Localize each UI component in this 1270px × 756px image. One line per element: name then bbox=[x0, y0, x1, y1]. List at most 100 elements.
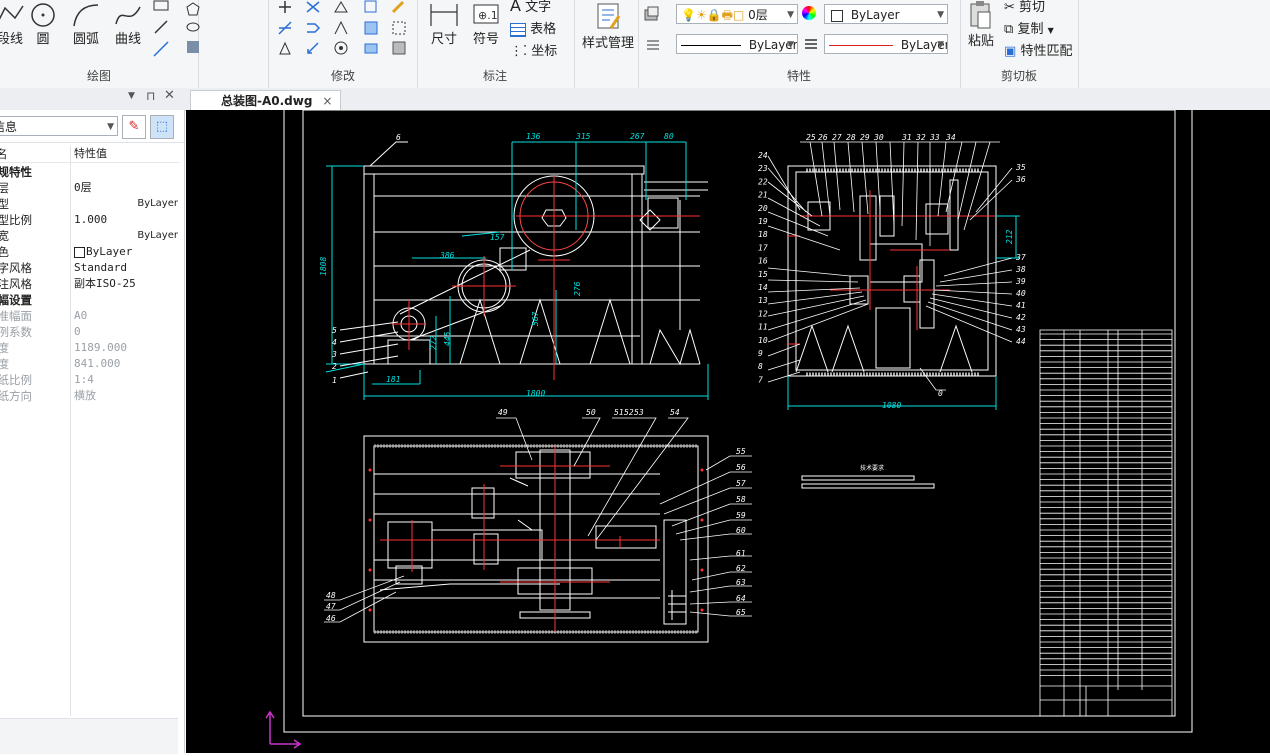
line-icon[interactable] bbox=[152, 18, 170, 36]
property-name: 比例系数 bbox=[0, 325, 32, 339]
paste-icon bbox=[970, 1, 991, 29]
stretch-icon[interactable] bbox=[305, 20, 321, 36]
cut-button[interactable]: ✂ 剪切 bbox=[1004, 0, 1045, 15]
lineweight-icon[interactable] bbox=[804, 38, 818, 50]
chevron-down-icon: ▼ bbox=[787, 40, 794, 50]
color-wheel-icon[interactable] bbox=[802, 6, 816, 20]
erase-icon[interactable] bbox=[363, 40, 379, 56]
property-row[interactable]: 标注风格 副本ISO-25 bbox=[0, 276, 180, 292]
text-button[interactable]: A 文字 bbox=[510, 0, 551, 15]
trim-icon[interactable] bbox=[277, 20, 293, 36]
circle-button[interactable]: 圆 bbox=[28, 2, 58, 47]
modify-panel-label: 修改 bbox=[330, 69, 355, 83]
rotate-icon[interactable] bbox=[305, 40, 321, 56]
layer-manager-icon[interactable] bbox=[644, 6, 660, 22]
linetype-dropdown[interactable]: ByLayer ▼ bbox=[676, 34, 798, 54]
polygon-icon[interactable] bbox=[186, 2, 200, 16]
hatch-icon[interactable] bbox=[186, 40, 200, 54]
property-row[interactable]: 比例系数 0 bbox=[0, 324, 180, 340]
part-number-label: 31 bbox=[901, 133, 912, 142]
property-row[interactable]: 文字风格 Standard bbox=[0, 260, 180, 276]
property-row[interactable]: 线型比例 1.000 bbox=[0, 212, 180, 228]
arc-button[interactable]: 圆弧 bbox=[68, 2, 104, 47]
property-value: 1.000 bbox=[74, 213, 108, 226]
rectangle-icon[interactable] bbox=[152, 0, 170, 12]
property-name: 线宽 bbox=[0, 229, 9, 243]
part-number-label: 23 bbox=[758, 164, 768, 173]
copy-button[interactable]: ⧉ 复制 ▼ bbox=[1004, 18, 1054, 37]
offset-icon[interactable] bbox=[333, 40, 349, 56]
copy-icon: ⧉ bbox=[1004, 22, 1014, 37]
fillet-icon[interactable] bbox=[305, 0, 321, 14]
bulb-icon: 💡☀🔒🖶□ bbox=[681, 8, 745, 22]
match-properties-button[interactable]: ▣ 特性匹配 bbox=[1004, 40, 1072, 59]
property-category: 图幅设置 bbox=[0, 292, 180, 308]
chevron-down-icon: ▼ bbox=[1047, 26, 1054, 35]
pencil-icon[interactable] bbox=[391, 0, 407, 14]
scale-icon[interactable] bbox=[333, 0, 349, 14]
panel-menu-icon[interactable]: ▼ bbox=[128, 91, 135, 101]
drawing-canvas[interactable]: 136 315 267 80 1808 386 157 567 276 272 445 … bbox=[186, 109, 1270, 753]
property-name: 高度 bbox=[0, 357, 9, 371]
part-number-label: 16 bbox=[758, 257, 768, 266]
symbol-button[interactable]: ⊕.1 符号 bbox=[468, 2, 504, 47]
select-objects-icon[interactable]: ⬚ bbox=[150, 115, 174, 139]
xline-icon[interactable] bbox=[152, 40, 170, 58]
property-row[interactable]: 标准幅面 A0 bbox=[0, 308, 180, 324]
svg-text:276: 276 bbox=[573, 281, 582, 296]
dimension-button[interactable]: 尺寸 bbox=[424, 2, 464, 47]
part-number-label: 33 bbox=[929, 133, 940, 142]
tab-close-icon[interactable]: × bbox=[322, 91, 332, 111]
property-row[interactable]: 高度 841.000 bbox=[0, 356, 180, 372]
part-number-label: 41 bbox=[1016, 301, 1026, 310]
selection-dropdown[interactable]: 信息 ▼ bbox=[0, 116, 118, 136]
mirror-icon[interactable] bbox=[277, 40, 293, 56]
quick-select-icon[interactable]: ✎ bbox=[122, 115, 146, 139]
text-label: 文字 bbox=[525, 0, 552, 15]
document-tab-title: 总装图-A0.dwg bbox=[221, 94, 313, 108]
color-swatch-icon bbox=[831, 9, 843, 22]
property-value: 副本ISO-25 bbox=[74, 277, 136, 290]
style-manager-button[interactable]: 样式管理 bbox=[578, 2, 638, 51]
part-number-label: 42 bbox=[1016, 313, 1026, 322]
polyline-icon bbox=[0, 5, 24, 20]
part-number-label: 49 bbox=[498, 408, 508, 417]
svg-text:157: 157 bbox=[490, 233, 505, 242]
property-row[interactable]: 图纸比例 1:4 bbox=[0, 372, 180, 388]
part-number-label: 0 bbox=[938, 389, 943, 398]
copy-object-icon[interactable] bbox=[363, 0, 379, 14]
property-row[interactable]: 图纸方向 横放 bbox=[0, 388, 180, 404]
array-icon[interactable] bbox=[333, 20, 349, 36]
explode-icon[interactable] bbox=[363, 20, 379, 36]
part-number-label: 47 bbox=[326, 602, 336, 611]
properties-box-icon[interactable] bbox=[391, 40, 407, 56]
coordinate-button[interactable]: ⋮⁚ 坐标 bbox=[510, 40, 557, 59]
pin-icon[interactable]: ⊓ bbox=[146, 89, 155, 103]
document-tab[interactable]: 总装图-A0.dwg × bbox=[190, 90, 342, 111]
property-name: 图幅设置 bbox=[0, 293, 32, 307]
spline-button[interactable]: 曲线 bbox=[110, 2, 146, 47]
table-button[interactable]: 表格 bbox=[510, 18, 556, 37]
layer-list-icon[interactable] bbox=[646, 38, 660, 50]
lineweight-dropdown[interactable]: ByLayer ▼ bbox=[824, 34, 948, 54]
color-dropdown[interactable]: ByLayer ▼ bbox=[824, 4, 948, 24]
property-row[interactable]: 颜色 ByLayer bbox=[0, 244, 180, 260]
ellipse-icon[interactable] bbox=[186, 20, 200, 34]
select-box-icon[interactable] bbox=[391, 20, 407, 36]
scissors-icon: ✂ bbox=[1004, 0, 1015, 15]
part-number-label: 7 bbox=[758, 375, 763, 384]
svg-text:80: 80 bbox=[664, 132, 674, 141]
part-number-label: 36 bbox=[1015, 175, 1026, 184]
paste-button[interactable]: 粘贴 bbox=[964, 0, 998, 49]
panel-close-icon[interactable]: ✕ bbox=[164, 88, 175, 103]
part-number-label: 26 bbox=[818, 133, 828, 142]
polyline-button[interactable]: 段线 bbox=[0, 2, 28, 47]
layer-dropdown[interactable]: 💡☀🔒🖶□ 0层 ▼ bbox=[676, 4, 798, 24]
property-row[interactable]: 线宽 ByLayer bbox=[0, 228, 180, 244]
property-row[interactable]: 图层 0层 bbox=[0, 180, 180, 196]
property-row[interactable]: 宽度 1189.000 bbox=[0, 340, 180, 356]
part-number-label: 25 bbox=[806, 133, 816, 142]
move-icon[interactable] bbox=[277, 0, 293, 14]
parts-list-table bbox=[1039, 329, 1173, 717]
property-row[interactable]: 线型 ByLayer bbox=[0, 196, 180, 212]
